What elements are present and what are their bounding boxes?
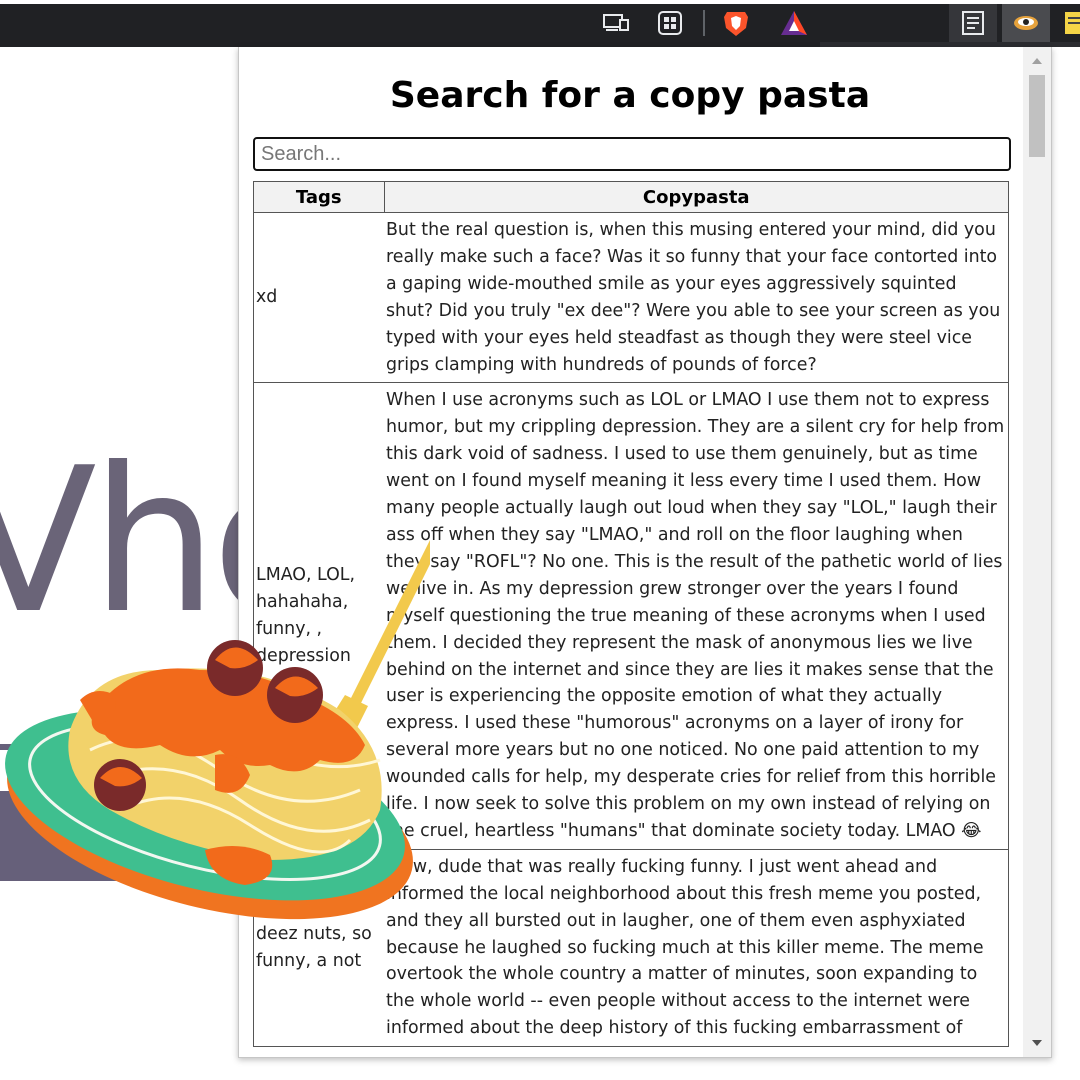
row-tags: xd bbox=[253, 211, 384, 384]
table-row[interactable]: xd But the real question is, when this m… bbox=[253, 211, 1009, 384]
brave-shields-icon[interactable] bbox=[721, 8, 751, 38]
table-header-row: Tags Copypasta bbox=[253, 181, 1009, 213]
brave-rewards-icon[interactable] bbox=[779, 8, 809, 38]
extensions-grid-icon[interactable] bbox=[655, 8, 685, 38]
column-header-tags: Tags bbox=[253, 181, 385, 213]
reader-mode-icon[interactable] bbox=[958, 8, 988, 38]
search-input[interactable] bbox=[253, 137, 1011, 171]
toolbar-separator bbox=[703, 10, 705, 36]
copypasta-extension-icon[interactable] bbox=[1011, 8, 1041, 38]
row-copypasta-text[interactable]: Wow, dude that was really fucking funny.… bbox=[384, 848, 1009, 1048]
page-title: Search for a copy pasta bbox=[389, 75, 871, 116]
scrollbar-thumb[interactable] bbox=[1029, 75, 1045, 157]
scroll-down-arrow-icon[interactable] bbox=[1023, 1033, 1051, 1053]
spaghetti-plate-icon bbox=[5, 540, 430, 920]
row-copypasta-text[interactable]: When I use acronyms such as LOL or LMAO … bbox=[384, 382, 1009, 850]
toolbar-top-strip bbox=[0, 0, 1080, 4]
popup-scrollbar[interactable] bbox=[1023, 47, 1051, 1057]
notes-icon[interactable] bbox=[1062, 8, 1080, 38]
browser-toolbar bbox=[0, 0, 1080, 47]
column-header-copypasta: Copypasta bbox=[383, 181, 1009, 213]
scroll-up-arrow-icon[interactable] bbox=[1023, 51, 1051, 71]
row-copypasta-text[interactable]: But the real question is, when this musi… bbox=[384, 211, 1009, 384]
cast-icon[interactable] bbox=[601, 8, 631, 38]
